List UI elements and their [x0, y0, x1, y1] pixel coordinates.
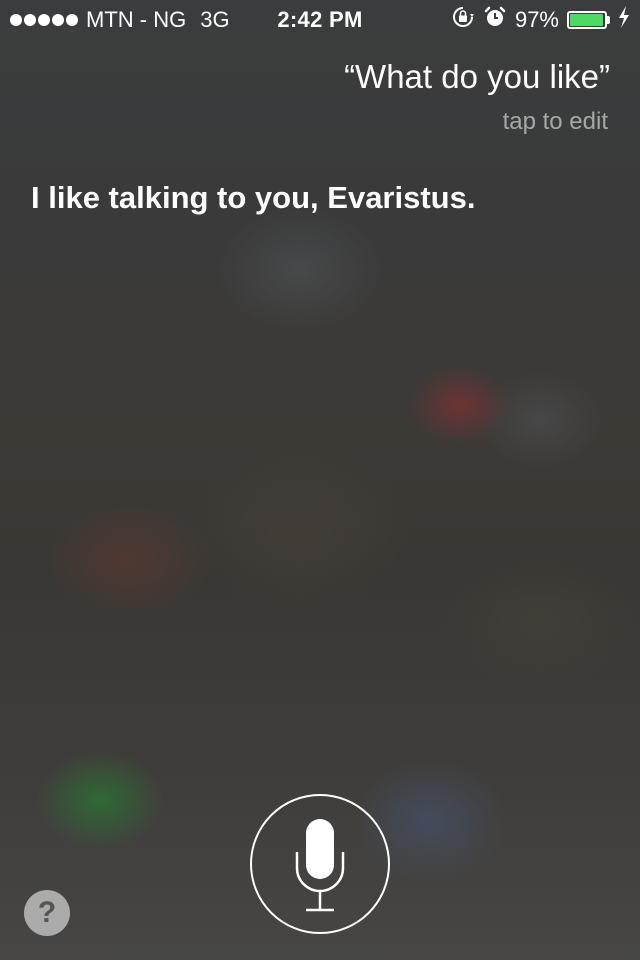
alarm-icon — [483, 5, 507, 35]
battery-icon — [567, 11, 610, 29]
siri-response: I like talking to you, Evaristus. — [31, 180, 476, 215]
siri-query[interactable]: “What do you like” — [344, 58, 610, 96]
rotation-lock-icon — [451, 5, 475, 35]
help-button[interactable]: ? — [24, 890, 70, 936]
status-right: 97% — [451, 5, 630, 35]
battery-percent: 97% — [514, 7, 559, 32]
charging-bolt-icon — [618, 6, 630, 34]
siri-screen: MTN - NG 3G 2:42 PM 97% “What do you lik… — [0, 0, 640, 960]
status-bar: MTN - NG 3G 2:42 PM 97% — [0, 0, 640, 40]
microphone-icon — [295, 819, 345, 912]
tap-to-edit-hint[interactable]: tap to edit — [503, 108, 608, 136]
microphone-button[interactable] — [250, 794, 390, 934]
